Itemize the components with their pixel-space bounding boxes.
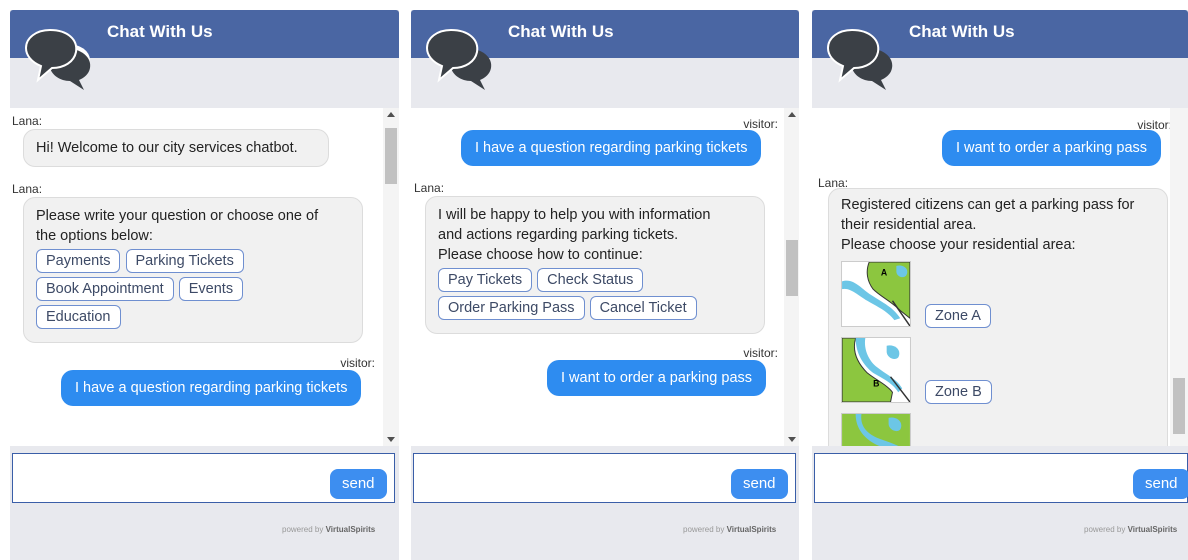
visitor-message: I want to order a parking pass	[547, 360, 767, 396]
send-button[interactable]: send	[330, 469, 387, 499]
sender-name: visitor:	[743, 117, 778, 131]
scroll-thumb[interactable]	[1173, 378, 1185, 434]
scrollbar[interactable]	[784, 108, 799, 446]
option-button-parking-tickets[interactable]: Parking Tickets	[125, 249, 244, 273]
sender-name: visitor:	[340, 356, 375, 370]
message-text: Please choose how to continue:	[438, 247, 643, 263]
powered-by: powered by VirtualSpirits	[282, 525, 376, 534]
powered-by: powered by VirtualSpirits	[683, 525, 777, 534]
svg-text:A: A	[881, 268, 888, 278]
zone-option-a: A Zone A	[841, 261, 1155, 337]
chat-panel-2: Chat With Us visitor: I have a question …	[411, 10, 799, 560]
sender-name: Lana:	[12, 182, 43, 196]
chat-title: Chat With Us	[107, 22, 213, 41]
message-input[interactable]: send	[12, 453, 395, 503]
message-text: the options below:	[36, 228, 153, 244]
message-area: Lana: Hi! Welcome to our city services c…	[10, 108, 383, 446]
option-button-check-status[interactable]: Check Status	[537, 268, 644, 292]
bot-message: I will be happy to help you with informa…	[425, 196, 765, 334]
message-text: Registered citizens can get a parking pa…	[841, 197, 1135, 213]
message-input[interactable]: send	[413, 453, 796, 503]
scroll-thumb[interactable]	[786, 240, 798, 296]
zone-a-map[interactable]: A	[841, 261, 911, 327]
option-button-payments[interactable]: Payments	[36, 249, 121, 273]
chat-bubbles-icon	[425, 28, 492, 90]
visitor-message: I have a question regarding parking tick…	[61, 370, 362, 406]
brand-name: VirtualSpirits	[1127, 525, 1178, 534]
chat-bubbles-icon	[826, 28, 893, 90]
zone-a-button[interactable]: Zone A	[925, 304, 991, 328]
zone-option-c: C	[841, 413, 1155, 446]
chat-panel-1: Chat With Us Lana: Hi! Welcome to our ci…	[10, 10, 399, 560]
scrollbar[interactable]	[383, 108, 399, 446]
option-button-pay-tickets[interactable]: Pay Tickets	[438, 268, 533, 292]
brand-name: VirtualSpirits	[726, 525, 777, 534]
scroll-up-icon[interactable]	[788, 112, 796, 117]
zone-b-button[interactable]: Zone B	[925, 380, 992, 404]
bot-message: Hi! Welcome to our city services chatbot…	[23, 129, 329, 167]
send-button[interactable]: send	[731, 469, 788, 499]
scroll-down-icon[interactable]	[387, 437, 395, 442]
message-text: and actions regarding parking tickets.	[438, 227, 679, 243]
zone-b-map[interactable]: B	[841, 337, 911, 403]
scroll-thumb[interactable]	[385, 128, 397, 184]
svg-text:B: B	[873, 378, 879, 388]
bot-message: Registered citizens can get a parking pa…	[828, 188, 1168, 446]
message-area: visitor: I have a question regarding par…	[411, 108, 784, 446]
bot-message: Please write your question or choose one…	[23, 197, 363, 343]
chat-title: Chat With Us	[909, 22, 1015, 41]
option-button-book-appointment[interactable]: Book Appointment	[36, 277, 174, 301]
message-text: I will be happy to help you with informa…	[438, 207, 711, 223]
message-input[interactable]: send	[814, 453, 1188, 503]
option-button-events[interactable]: Events	[178, 277, 244, 301]
scrollbar[interactable]	[1170, 108, 1188, 446]
send-button[interactable]: send	[1133, 469, 1188, 499]
chat-title: Chat With Us	[508, 22, 614, 41]
svg-text:C: C	[846, 445, 853, 446]
message-area: visitor: I want to order a parking pass …	[812, 108, 1170, 446]
zone-c-map[interactable]: C	[841, 413, 911, 446]
message-text: Hi! Welcome to our city services chatbot…	[36, 140, 298, 156]
message-text: Please choose your residential area:	[841, 237, 1076, 253]
sender-name: Lana:	[414, 181, 445, 195]
brand-name: VirtualSpirits	[325, 525, 376, 534]
message-text: their residential area.	[841, 217, 977, 233]
visitor-message: I have a question regarding parking tick…	[461, 130, 762, 166]
visitor-message: I want to order a parking pass	[942, 130, 1162, 166]
scroll-up-icon[interactable]	[387, 112, 395, 117]
option-button-order-parking-pass[interactable]: Order Parking Pass	[438, 296, 585, 320]
sender-name: visitor:	[743, 346, 778, 360]
scroll-down-icon[interactable]	[788, 437, 796, 442]
message-text: Please write your question or choose one…	[36, 208, 319, 224]
option-button-cancel-ticket[interactable]: Cancel Ticket	[589, 296, 697, 320]
powered-by: powered by VirtualSpirits	[1084, 525, 1178, 534]
chat-bubbles-icon	[24, 28, 91, 90]
chat-panel-3: Chat With Us visitor: I want to order a …	[812, 10, 1188, 560]
zone-option-b: B Zone B	[841, 337, 1155, 413]
option-button-education[interactable]: Education	[36, 305, 121, 329]
sender-name: Lana:	[12, 114, 43, 128]
